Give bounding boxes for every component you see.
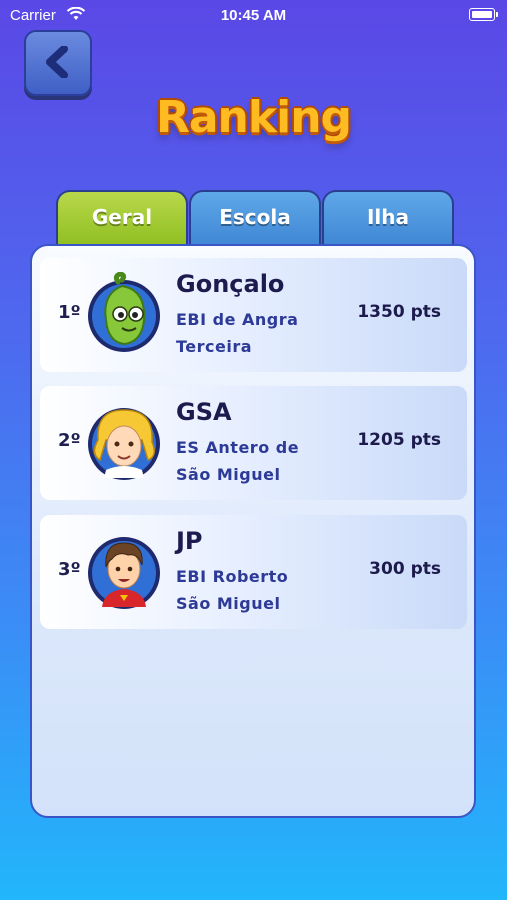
school-line-1: EBI Roberto bbox=[176, 567, 289, 586]
tab-escola[interactable]: Escola bbox=[189, 190, 321, 246]
rank-number: 2º bbox=[58, 430, 81, 451]
player-name: JP bbox=[176, 527, 203, 555]
player-school: ES Antero de São Miguel bbox=[176, 434, 336, 488]
brown-hair-boy-avatar bbox=[88, 537, 160, 609]
back-button[interactable] bbox=[24, 30, 92, 96]
school-line-2: São Miguel bbox=[176, 594, 281, 613]
tab-geral[interactable]: Geral bbox=[56, 190, 188, 246]
school-line-1: ES Antero de bbox=[176, 438, 300, 457]
player-school: EBI de Angra Terceira bbox=[176, 306, 336, 360]
rank-number: 3º bbox=[58, 559, 81, 580]
status-bar: Carrier 10:45 AM bbox=[0, 0, 507, 32]
tab-ilha[interactable]: Ilha bbox=[322, 190, 454, 246]
ranking-row[interactable]: 2º GSA ES Antero de São Miguel 1205 pts bbox=[40, 386, 467, 500]
player-school: EBI Roberto São Miguel bbox=[176, 563, 336, 617]
status-time: 10:45 AM bbox=[220, 7, 287, 24]
player-name: GSA bbox=[176, 398, 232, 426]
green-alien-avatar bbox=[88, 272, 160, 352]
school-line-2: Terceira bbox=[176, 337, 253, 356]
player-points: 1205 pts bbox=[357, 430, 441, 450]
blonde-girl-avatar bbox=[88, 408, 160, 480]
player-points: 1350 pts bbox=[357, 302, 441, 322]
battery-icon bbox=[469, 8, 498, 21]
ranking-row[interactable]: 1º Gonçalo EBI de Angra Terceira 1350 pt… bbox=[40, 258, 467, 372]
page-title: Ranking bbox=[155, 92, 352, 143]
school-line-1: EBI de Angra bbox=[176, 310, 299, 329]
player-points: 300 pts bbox=[369, 559, 441, 579]
player-name: Gonçalo bbox=[176, 270, 285, 298]
rank-number: 1º bbox=[58, 302, 81, 323]
school-line-2: São Miguel bbox=[176, 465, 281, 484]
chevron-left-icon bbox=[46, 46, 68, 78]
ranking-row[interactable]: 3º JP EBI Roberto São Miguel 300 pts bbox=[40, 515, 467, 629]
